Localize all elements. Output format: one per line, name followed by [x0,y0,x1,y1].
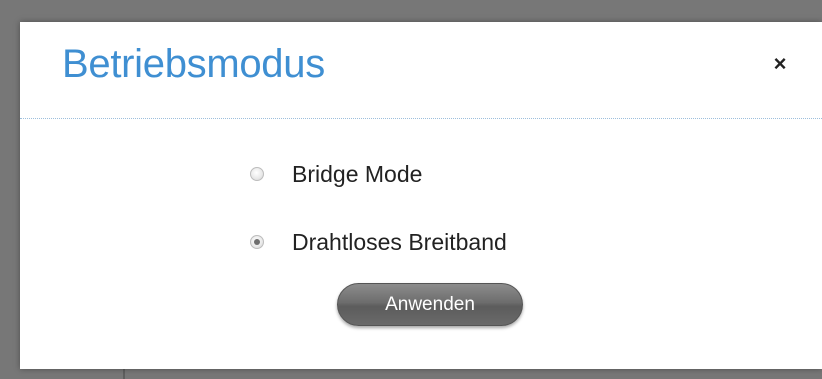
radio-button-wireless-broadband[interactable] [250,235,264,249]
radio-option-wireless-broadband[interactable]: Drahtloses Breitband [250,227,507,257]
dialog-header: Betriebsmodus × [20,22,822,118]
close-icon[interactable]: × [768,52,792,76]
radio-option-bridge-mode[interactable]: Bridge Mode [250,159,422,189]
header-divider [20,118,822,119]
operating-mode-dialog: Betriebsmodus × Bridge Mode Drahtloses B… [20,22,822,369]
radio-button-bridge-mode[interactable] [250,167,264,181]
radio-label-bridge-mode: Bridge Mode [292,161,423,187]
apply-button[interactable]: Anwenden [337,283,523,326]
radio-label-wireless-broadband: Drahtloses Breitband [292,229,507,255]
dialog-title: Betriebsmodus [62,42,325,86]
